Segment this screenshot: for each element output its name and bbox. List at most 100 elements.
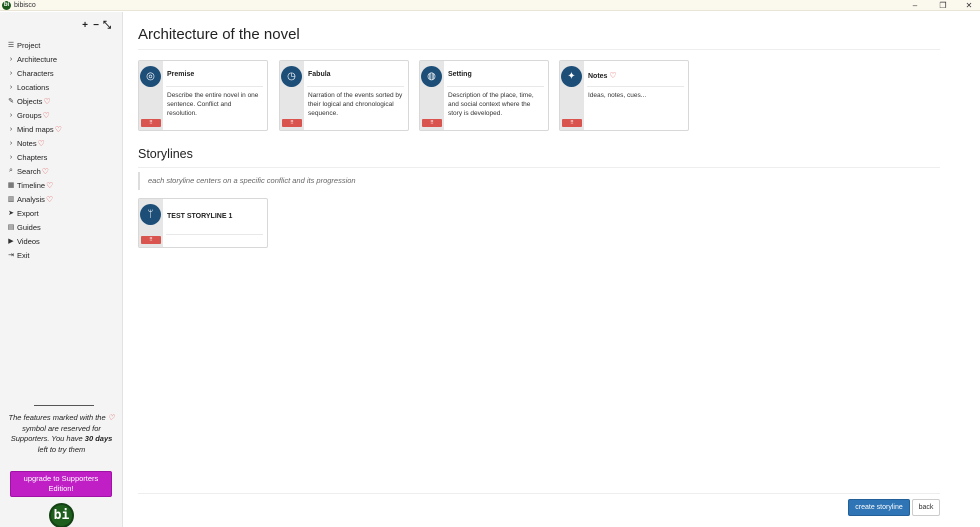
collapse-all-icon[interactable]: − — [92, 20, 103, 31]
window-titlebar: bi bibisco – ❐ ✕ — [0, 0, 980, 11]
card-divider — [166, 86, 263, 87]
sidebar-item-label: Export — [17, 208, 39, 218]
heart-icon: ♡ — [609, 71, 617, 80]
sidebar-item-mind-maps[interactable]: › Mind maps ♡ — [6, 122, 62, 136]
calendar-icon: ▦ — [7, 182, 15, 189]
chevron-right-icon: › — [9, 153, 13, 161]
heart-icon: ♡ — [42, 110, 50, 120]
menu-icon: ☰ — [7, 42, 15, 49]
sidebar-item-label: Exit — [17, 250, 30, 260]
clock-icon: ◷ — [281, 66, 302, 87]
sidebar-item-label: Analysis — [17, 194, 45, 204]
compass-icon: ◎ — [140, 66, 161, 87]
sidebar-divider — [34, 405, 94, 406]
sidebar-item-label: Locations — [17, 82, 50, 92]
sidebar-item-label: Notes — [17, 138, 37, 148]
card-description: Ideas, notes, cues... — [588, 92, 647, 99]
drag-handle-icon[interactable]: ⠿ — [141, 236, 161, 244]
storylines-divider — [138, 167, 940, 168]
sidebar-item-label: Mind maps — [17, 124, 54, 134]
sidebar-item-chapters[interactable]: › Chapters — [6, 150, 62, 164]
card-setting[interactable]: ◍ Setting Description of the place, time, … — [419, 60, 549, 131]
sidebar-item-label: Architecture — [17, 54, 58, 64]
footer-divider — [138, 493, 940, 494]
create-storyline-button[interactable]: create storyline — [848, 499, 910, 516]
card-divider — [166, 234, 263, 235]
app-icon: bi — [2, 1, 11, 10]
chevron-right-icon: › — [9, 83, 13, 91]
storyline-title: TEST STORYLINE 1 — [167, 213, 233, 220]
sidebar-item-search[interactable]: ⌕ Search ♡ — [6, 164, 62, 178]
book-icon: ▤ — [7, 224, 15, 231]
minimize-button[interactable]: – — [904, 0, 926, 11]
back-button[interactable]: back — [912, 499, 940, 516]
bar-chart-icon: ▥ — [7, 196, 15, 203]
heart-icon: ♡ — [37, 138, 45, 148]
card-premise[interactable]: ◎ Premise Describe the entire novel in one… — [138, 60, 268, 131]
sidebar-item-analysis[interactable]: ▥ Analysis ♡ — [6, 192, 62, 206]
card-notes[interactable]: ✦ Notes ♡ Ideas, notes, cues... ⠿ — [559, 60, 689, 131]
sidebar-item-label: Search — [17, 166, 41, 176]
drag-handle-icon[interactable]: ⠿ — [422, 119, 442, 127]
chevron-right-icon: › — [9, 139, 13, 147]
search-icon: ⌕ — [9, 167, 13, 174]
sidebar-nav: ☰ Project › Architecture › Characters › Locatio… — [6, 38, 62, 262]
restore-button[interactable]: ❐ — [932, 0, 954, 11]
fullscreen-icon[interactable]: ⤡ — [103, 20, 114, 31]
sidebar-item-label: Timeline — [17, 180, 46, 190]
branch-icon: ᛘ — [140, 204, 161, 225]
sidebar-item-export[interactable]: ➤ Export — [6, 206, 62, 220]
sidebar-item-notes[interactable]: › Notes ♡ — [6, 136, 62, 150]
card-title: Premise — [167, 71, 195, 78]
sidebar-item-label: Videos — [17, 236, 40, 246]
sidebar-item-videos[interactable]: ▶ Videos — [6, 234, 62, 248]
send-icon: ➤ — [8, 210, 14, 217]
title-divider — [138, 49, 940, 50]
chevron-right-icon: › — [9, 125, 13, 133]
bibisco-logo: bi — [49, 503, 74, 527]
card-description: Narration of the events sorted by their … — [308, 92, 403, 117]
video-icon: ▶ — [8, 238, 14, 245]
storylines-title: Storylines — [138, 147, 193, 161]
drag-handle-icon[interactable]: ⠿ — [282, 119, 302, 127]
heart-icon: ♡ — [43, 96, 51, 106]
sidebar-item-characters[interactable]: › Characters — [6, 66, 62, 80]
card-fabula[interactable]: ◷ Fabula Narration of the events sorted by… — [279, 60, 409, 131]
chevron-right-icon: › — [9, 111, 13, 119]
window-title: bibisco — [14, 2, 36, 9]
heart-icon: ♡ — [45, 194, 54, 204]
drag-handle-icon[interactable]: ⠿ — [562, 119, 582, 127]
page-title: Architecture of the novel — [138, 26, 300, 43]
sidebar-item-label: Groups — [17, 110, 42, 120]
sidebar-item-label: Project — [17, 40, 41, 50]
sidebar-item-label: Characters — [17, 68, 54, 78]
close-button[interactable]: ✕ — [958, 0, 980, 11]
heart-icon: ♡ — [46, 180, 54, 190]
sidebar-item-guides[interactable]: ▤ Guides — [6, 220, 62, 234]
drag-handle-icon[interactable]: ⠿ — [141, 119, 161, 127]
storyline-card[interactable]: ᛘ TEST STORYLINE 1 ⠿ — [138, 198, 268, 248]
expand-all-icon[interactable]: + — [81, 20, 92, 31]
card-title: Fabula — [308, 71, 331, 78]
sidebar-item-label: Guides — [17, 222, 41, 232]
trial-days: 30 days — [84, 434, 113, 443]
sidebar-item-exit[interactable]: ⇥ Exit — [6, 248, 62, 262]
chevron-right-icon: › — [9, 55, 13, 63]
sidebar-item-timeline[interactable]: ▦ Timeline ♡ — [6, 178, 62, 192]
heart-icon: ♡ — [41, 166, 49, 176]
card-description: Description of the place, time, and soci… — [448, 92, 534, 117]
heart-icon: ♡ — [54, 124, 62, 134]
card-divider — [307, 86, 404, 87]
sidebar-item-objects[interactable]: ✎ Objects ♡ — [6, 94, 62, 108]
exit-icon: ⇥ — [8, 252, 14, 259]
sidebar-item-architecture[interactable]: › Architecture — [6, 52, 62, 66]
sidebar-item-label: Chapters — [17, 152, 48, 162]
sidebar-item-groups[interactable]: › Groups ♡ — [6, 108, 62, 122]
sidebar-item-project[interactable]: ☰ Project — [6, 38, 62, 52]
card-title: Setting — [448, 71, 472, 78]
sidebar: + −⤡ ☰ Project › Architecture › Characters › Loc… — [0, 12, 123, 527]
sidebar-item-locations[interactable]: › Locations — [6, 80, 62, 94]
upgrade-button[interactable]: upgrade to Supporters Edition! — [10, 471, 112, 497]
heart-icon: ♡ — [107, 413, 115, 422]
card-title: Notes ♡ — [588, 71, 617, 80]
